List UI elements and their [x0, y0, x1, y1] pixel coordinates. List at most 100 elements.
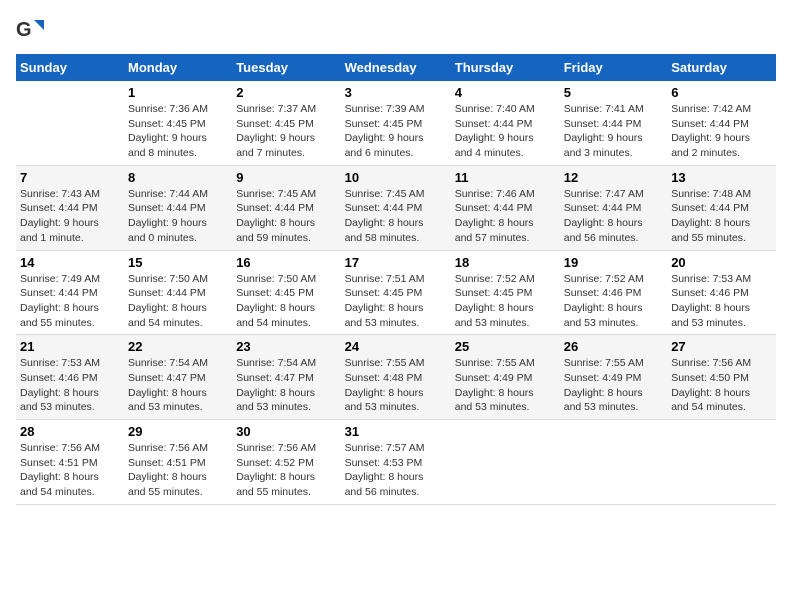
header-day-tuesday: Tuesday — [232, 54, 340, 81]
day-number: 30 — [236, 424, 336, 439]
day-info: Sunrise: 7:56 AM Sunset: 4:52 PM Dayligh… — [236, 441, 336, 500]
day-info: Sunrise: 7:48 AM Sunset: 4:44 PM Dayligh… — [671, 187, 772, 246]
day-number: 20 — [671, 255, 772, 270]
calendar-cell: 21 Sunrise: 7:53 AM Sunset: 4:46 PM Dayli… — [16, 335, 124, 420]
day-number: 15 — [128, 255, 228, 270]
day-info: Sunrise: 7:40 AM Sunset: 4:44 PM Dayligh… — [455, 102, 556, 161]
day-number: 17 — [345, 255, 447, 270]
calendar-cell: 16 Sunrise: 7:50 AM Sunset: 4:45 PM Dayli… — [232, 250, 340, 335]
calendar-cell: 3Sunrise: 7:39 AM Sunset: 4:45 PM Daylig… — [341, 81, 451, 165]
calendar-cell: 1Sunrise: 7:36 AM Sunset: 4:45 PM Daylig… — [124, 81, 232, 165]
calendar-week-row: 14 Sunrise: 7:49 AM Sunset: 4:44 PM Dayli… — [16, 250, 776, 335]
calendar-cell: 19 Sunrise: 7:52 AM Sunset: 4:46 PM Dayli… — [560, 250, 667, 335]
day-info: Sunrise: 7:56 AM Sunset: 4:51 PM Dayligh… — [20, 441, 120, 500]
calendar-cell: 22 Sunrise: 7:54 AM Sunset: 4:47 PM Dayli… — [124, 335, 232, 420]
calendar-cell: 9 Sunrise: 7:45 AM Sunset: 4:44 PM Daylig… — [232, 165, 340, 250]
calendar-cell: 15 Sunrise: 7:50 AM Sunset: 4:44 PM Dayli… — [124, 250, 232, 335]
header-day-sunday: Sunday — [16, 54, 124, 81]
calendar-cell: 30 Sunrise: 7:56 AM Sunset: 4:52 PM Dayli… — [232, 420, 340, 505]
calendar-cell: 31 Sunrise: 7:57 AM Sunset: 4:53 PM Dayli… — [341, 420, 451, 505]
day-info: Sunrise: 7:47 AM Sunset: 4:44 PM Dayligh… — [564, 187, 663, 246]
calendar-cell: 13Sunrise: 7:48 AM Sunset: 4:44 PM Dayli… — [667, 165, 776, 250]
day-info: Sunrise: 7:37 AM Sunset: 4:45 PM Dayligh… — [236, 102, 336, 161]
day-number: 9 — [236, 170, 336, 185]
day-number: 27 — [671, 339, 772, 354]
day-number: 8 — [128, 170, 228, 185]
day-info: Sunrise: 7:49 AM Sunset: 4:44 PM Dayligh… — [20, 272, 120, 331]
header-day-wednesday: Wednesday — [341, 54, 451, 81]
day-number: 18 — [455, 255, 556, 270]
day-number: 6 — [671, 85, 772, 100]
calendar-cell: 14 Sunrise: 7:49 AM Sunset: 4:44 PM Dayli… — [16, 250, 124, 335]
day-info: Sunrise: 7:36 AM Sunset: 4:45 PM Dayligh… — [128, 102, 228, 161]
day-info: Sunrise: 7:51 AM Sunset: 4:45 PM Dayligh… — [345, 272, 447, 331]
day-info: Sunrise: 7:56 AM Sunset: 4:51 PM Dayligh… — [128, 441, 228, 500]
day-info: Sunrise: 7:55 AM Sunset: 4:49 PM Dayligh… — [564, 356, 663, 415]
calendar-cell: 17 Sunrise: 7:51 AM Sunset: 4:45 PM Dayli… — [341, 250, 451, 335]
page-header: G — [16, 16, 776, 44]
day-info: Sunrise: 7:41 AM Sunset: 4:44 PM Dayligh… — [564, 102, 663, 161]
day-info: Sunrise: 7:53 AM Sunset: 4:46 PM Dayligh… — [20, 356, 120, 415]
header-day-monday: Monday — [124, 54, 232, 81]
day-number: 25 — [455, 339, 556, 354]
day-info: Sunrise: 7:45 AM Sunset: 4:44 PM Dayligh… — [236, 187, 336, 246]
day-info: Sunrise: 7:50 AM Sunset: 4:44 PM Dayligh… — [128, 272, 228, 331]
day-number: 4 — [455, 85, 556, 100]
day-info: Sunrise: 7:55 AM Sunset: 4:48 PM Dayligh… — [345, 356, 447, 415]
header-day-thursday: Thursday — [451, 54, 560, 81]
calendar-cell: 12Sunrise: 7:47 AM Sunset: 4:44 PM Dayli… — [560, 165, 667, 250]
day-number: 16 — [236, 255, 336, 270]
day-info: Sunrise: 7:44 AM Sunset: 4:44 PM Dayligh… — [128, 187, 228, 246]
day-number: 10 — [345, 170, 447, 185]
day-info: Sunrise: 7:54 AM Sunset: 4:47 PM Dayligh… — [128, 356, 228, 415]
day-info: Sunrise: 7:55 AM Sunset: 4:49 PM Dayligh… — [455, 356, 556, 415]
day-number: 11 — [455, 170, 556, 185]
calendar-cell: 27 Sunrise: 7:56 AM Sunset: 4:50 PM Dayli… — [667, 335, 776, 420]
header-day-saturday: Saturday — [667, 54, 776, 81]
svg-text:G: G — [16, 19, 32, 41]
calendar-cell: 6 Sunrise: 7:42 AM Sunset: 4:44 PM Daylig… — [667, 81, 776, 165]
calendar-cell — [451, 420, 560, 505]
calendar-week-row: 28 Sunrise: 7:56 AM Sunset: 4:51 PM Dayli… — [16, 420, 776, 505]
day-number: 31 — [345, 424, 447, 439]
calendar-cell: 4 Sunrise: 7:40 AM Sunset: 4:44 PM Daylig… — [451, 81, 560, 165]
day-number: 2 — [236, 85, 336, 100]
calendar-cell: 29 Sunrise: 7:56 AM Sunset: 4:51 PM Dayli… — [124, 420, 232, 505]
calendar-cell: 11 Sunrise: 7:46 AM Sunset: 4:44 PM Dayli… — [451, 165, 560, 250]
day-number: 21 — [20, 339, 120, 354]
calendar-cell: 2 Sunrise: 7:37 AM Sunset: 4:45 PM Daylig… — [232, 81, 340, 165]
day-number: 19 — [564, 255, 663, 270]
calendar-week-row: 21 Sunrise: 7:53 AM Sunset: 4:46 PM Dayli… — [16, 335, 776, 420]
calendar-cell — [16, 81, 124, 165]
day-info: Sunrise: 7:52 AM Sunset: 4:45 PM Dayligh… — [455, 272, 556, 331]
calendar-cell: 24Sunrise: 7:55 AM Sunset: 4:48 PM Dayli… — [341, 335, 451, 420]
day-info: Sunrise: 7:42 AM Sunset: 4:44 PM Dayligh… — [671, 102, 772, 161]
calendar-cell: 8 Sunrise: 7:44 AM Sunset: 4:44 PM Daylig… — [124, 165, 232, 250]
day-info: Sunrise: 7:43 AM Sunset: 4:44 PM Dayligh… — [20, 187, 120, 246]
calendar-header-row: SundayMondayTuesdayWednesdayThursdayFrid… — [16, 54, 776, 81]
calendar-cell — [560, 420, 667, 505]
day-info: Sunrise: 7:53 AM Sunset: 4:46 PM Dayligh… — [671, 272, 772, 331]
calendar-cell: 18 Sunrise: 7:52 AM Sunset: 4:45 PM Dayli… — [451, 250, 560, 335]
logo: G — [16, 16, 48, 44]
day-info: Sunrise: 7:46 AM Sunset: 4:44 PM Dayligh… — [455, 187, 556, 246]
day-number: 23 — [236, 339, 336, 354]
day-info: Sunrise: 7:39 AM Sunset: 4:45 PM Dayligh… — [345, 102, 447, 161]
calendar-cell: 26Sunrise: 7:55 AM Sunset: 4:49 PM Dayli… — [560, 335, 667, 420]
calendar-cell: 5Sunrise: 7:41 AM Sunset: 4:44 PM Daylig… — [560, 81, 667, 165]
day-info: Sunrise: 7:56 AM Sunset: 4:50 PM Dayligh… — [671, 356, 772, 415]
calendar-cell: 28 Sunrise: 7:56 AM Sunset: 4:51 PM Dayli… — [16, 420, 124, 505]
day-number: 7 — [20, 170, 120, 185]
day-number: 14 — [20, 255, 120, 270]
header-day-friday: Friday — [560, 54, 667, 81]
day-info: Sunrise: 7:50 AM Sunset: 4:45 PM Dayligh… — [236, 272, 336, 331]
day-info: Sunrise: 7:57 AM Sunset: 4:53 PM Dayligh… — [345, 441, 447, 500]
calendar-cell: 23Sunrise: 7:54 AM Sunset: 4:47 PM Dayli… — [232, 335, 340, 420]
logo-icon: G — [16, 16, 44, 44]
day-info: Sunrise: 7:52 AM Sunset: 4:46 PM Dayligh… — [564, 272, 663, 331]
day-number: 28 — [20, 424, 120, 439]
calendar-cell: 7 Sunrise: 7:43 AM Sunset: 4:44 PM Daylig… — [16, 165, 124, 250]
day-number: 22 — [128, 339, 228, 354]
day-number: 29 — [128, 424, 228, 439]
calendar-table: SundayMondayTuesdayWednesdayThursdayFrid… — [16, 54, 776, 505]
